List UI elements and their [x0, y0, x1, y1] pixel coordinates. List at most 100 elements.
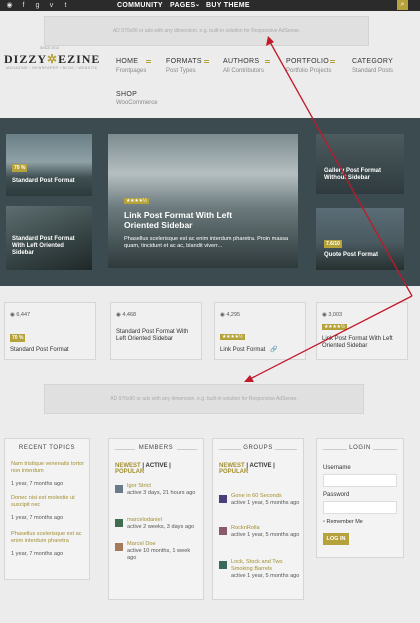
- menu-formats-sub: Post Types: [166, 68, 196, 74]
- menu-home[interactable]: HOME: [116, 58, 138, 65]
- hero-tile-sidebar[interactable]: Standard Post Format With Left Oriented …: [6, 206, 92, 270]
- password-input[interactable]: [323, 501, 397, 514]
- avatar[interactable]: [219, 527, 227, 535]
- post-card[interactable]: ◉ 6,447 70 % Standard Post Format: [4, 302, 96, 360]
- remember-label: Remember Me: [326, 519, 363, 525]
- menu-shop[interactable]: SHOP: [116, 91, 137, 98]
- avatar[interactable]: [115, 519, 123, 527]
- post-card[interactable]: ◉ 4,468 Standard Post Format With Left O…: [110, 302, 202, 360]
- divider: [373, 449, 397, 450]
- topic-date: 1 year, 7 months ago: [11, 551, 64, 557]
- view-count: 4,295: [226, 312, 241, 318]
- tab-separator: |: [169, 463, 171, 469]
- star-rating: ★★★★½: [124, 198, 149, 204]
- hero-tile-quote[interactable]: 7.6/10 Quote Post Format: [316, 208, 404, 270]
- facebook-icon[interactable]: f: [19, 1, 28, 10]
- topic-link[interactable]: Donec nisi est molestie ut suscipit nec: [11, 495, 87, 509]
- avatar[interactable]: [115, 485, 123, 493]
- divider: [275, 449, 297, 450]
- group-name[interactable]: RocknRolla: [231, 525, 260, 532]
- logo-tagline: MAGAZINE / NEWSPAPER / BLOG / WEBSITE: [6, 66, 98, 70]
- menu-portfolio[interactable]: PORTFOLIO: [286, 58, 329, 65]
- hero-main[interactable]: ★★★★½ Link Post Format With Left Oriente…: [108, 134, 298, 268]
- tab-popular[interactable]: POPULAR: [115, 469, 144, 475]
- tab-popular[interactable]: POPULAR: [219, 469, 248, 475]
- login-button[interactable]: LOG IN: [323, 533, 349, 545]
- middle-ad-banner[interactable]: AD 970x90 or ads with any dimension, e.g…: [44, 384, 364, 414]
- menu-formats[interactable]: FORMATS: [166, 58, 202, 65]
- group-name[interactable]: Lock, Stock and Two Smoking Barrels: [231, 559, 303, 573]
- hero-title[interactable]: Link Post Format With Left Oriented Side…: [124, 210, 254, 230]
- menu-category-sub: Standard Posts: [352, 68, 394, 74]
- menu-icon: [204, 60, 209, 63]
- twitter-icon[interactable]: t: [61, 1, 70, 10]
- divider: [177, 449, 197, 450]
- logo-text-right: EZINE: [58, 52, 101, 66]
- widget-title: GROUPS: [243, 445, 273, 451]
- menu-icon: [265, 60, 270, 63]
- username-input[interactable]: [323, 474, 397, 487]
- tab-active[interactable]: ACTIVE: [249, 463, 271, 469]
- card-title[interactable]: Standard Post Format: [10, 347, 94, 354]
- top-nav-pages[interactable]: PAGES: [170, 0, 196, 11]
- hero-tile-standard[interactable]: 70 % Standard Post Format: [6, 134, 92, 196]
- top-ad-banner[interactable]: AD 970x90 or ads with any dimension, e.g…: [44, 16, 369, 46]
- post-card[interactable]: ◉ 3,003 ★★★★½ Link Post Format With Left…: [316, 302, 408, 360]
- member-tabs: NEWEST | ACTIVE | POPULAR: [115, 463, 201, 475]
- group-tabs: NEWEST | ACTIVE | POPULAR: [219, 463, 301, 475]
- top-nav-community[interactable]: COMMUNITY: [117, 0, 163, 11]
- menu-icon: [146, 60, 151, 63]
- hero-image: [316, 208, 404, 270]
- hero-title[interactable]: Standard Post Format With Left Oriented …: [12, 236, 84, 257]
- avatar[interactable]: [115, 543, 123, 551]
- vimeo-icon[interactable]: v: [47, 1, 56, 10]
- avatar[interactable]: [219, 495, 227, 503]
- search-icon[interactable]: ⌕: [397, 0, 408, 10]
- menu-authors[interactable]: AUTHORS: [223, 58, 259, 65]
- tab-active[interactable]: ACTIVE: [145, 463, 167, 469]
- star-rating: ★★★★½: [220, 334, 245, 340]
- member-activity: active 3 days, 21 hours ago: [127, 490, 196, 496]
- logo-text-left: DIZZY: [4, 52, 48, 66]
- member-name[interactable]: marcelodaniel: [127, 517, 162, 524]
- card-title[interactable]: Link Post Format With Left Oriented Side…: [322, 336, 396, 350]
- card-title[interactable]: Standard Post Format With Left Oriented …: [116, 329, 200, 343]
- members-widget: MEMBERS NEWEST | ACTIVE | POPULAR Igor S…: [108, 438, 204, 600]
- star-rating: ★★★★½: [322, 324, 347, 330]
- top-nav-buy-theme[interactable]: BUY THEME: [206, 0, 250, 11]
- menu-authors-sub: All Contributors: [223, 68, 265, 74]
- card-title[interactable]: Link Post Format: [220, 347, 304, 354]
- login-widget: LOGIN Username Password ▫ Remember Me LO…: [316, 438, 404, 558]
- hero-title[interactable]: Standard Post Format: [12, 178, 90, 185]
- widget-title: LOGIN: [349, 445, 371, 451]
- group-activity: active 1 year, 5 months ago: [231, 500, 300, 506]
- hero-title[interactable]: Gallery Post Format Without Sidebar: [324, 168, 384, 182]
- menu-category[interactable]: CATEGORY: [352, 58, 393, 65]
- member-name[interactable]: Igor Strict: [127, 483, 151, 490]
- topic-date: 1 year, 7 months ago: [11, 515, 64, 521]
- menu-portfolio-sub: Portfolio Projects: [286, 68, 332, 74]
- annotation-arrowhead: [244, 375, 254, 382]
- hero-tile-gallery[interactable]: Gallery Post Format Without Sidebar: [316, 134, 404, 194]
- group-activity: active 1 year, 5 months ago: [231, 532, 300, 538]
- group-name[interactable]: Gone in 60 Seconds: [231, 493, 303, 500]
- hero-title[interactable]: Quote Post Format: [324, 252, 394, 259]
- google-plus-icon[interactable]: g: [33, 1, 42, 10]
- group-activity: active 1 year, 5 months ago: [231, 573, 300, 579]
- remember-checkbox[interactable]: ▫ Remember Me: [323, 519, 363, 525]
- post-card[interactable]: ◉ 4,295 ★★★★½ Link Post Format 🔗: [214, 302, 306, 360]
- widget-title: MEMBERS: [138, 445, 174, 451]
- rss-icon[interactable]: ◉: [5, 1, 14, 10]
- topic-link[interactable]: Phasellus scelerisque est ac enim interd…: [11, 531, 87, 545]
- rating-badge: 70 %: [10, 334, 26, 342]
- password-label: Password: [323, 492, 350, 498]
- chevron-down-icon: ⌄: [195, 2, 201, 8]
- avatar[interactable]: [219, 561, 227, 569]
- rating-badge: 7.6/10: [324, 240, 342, 248]
- member-name[interactable]: Marcel Doe: [127, 541, 156, 548]
- topic-link[interactable]: Nam tristique venenatis tortor non inter…: [11, 461, 87, 475]
- topic-date: 1 year, 7 months ago: [11, 481, 64, 487]
- menu-icon: [330, 60, 335, 63]
- view-count: 4,468: [122, 312, 137, 318]
- member-activity: active 2 weeks, 3 days ago: [127, 524, 195, 530]
